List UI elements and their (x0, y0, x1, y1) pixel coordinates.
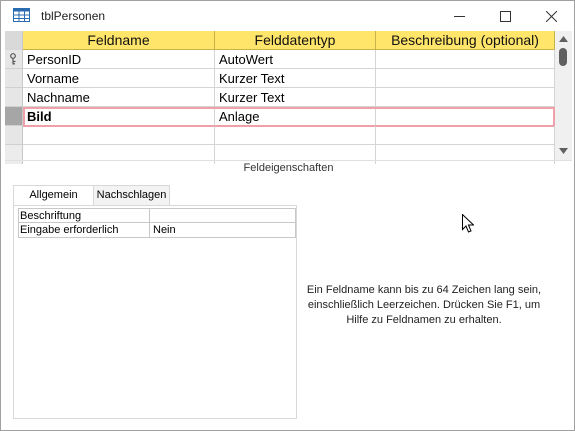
maximize-button[interactable] (482, 1, 528, 31)
field-name-cell[interactable]: Nachname (23, 88, 215, 107)
description-cell[interactable] (376, 50, 555, 69)
close-icon (545, 10, 557, 22)
row-selector[interactable] (5, 69, 23, 88)
tab-lookup[interactable]: Nachschlagen (94, 185, 170, 206)
window-title: tblPersonen (41, 9, 106, 23)
property-value-required[interactable]: Nein (151, 223, 296, 237)
close-button[interactable] (528, 1, 574, 31)
field-name-cell[interactable]: Bild (23, 107, 215, 126)
properties-panel: Beschriftung Eingabe erforderlich Nein (13, 205, 297, 419)
minimize-icon (453, 15, 465, 17)
table-row-empty (5, 126, 555, 145)
table-design-window: tblPersonen Feldname Felddatentyp Beschr… (0, 0, 575, 431)
table-row: PersonID AutoWert (5, 50, 555, 69)
data-type-cell[interactable]: Anlage (215, 107, 376, 126)
table-row: Vorname Kurzer Text (5, 69, 555, 88)
field-properties-title: Feldeigenschaften (243, 162, 334, 174)
help-text: Ein Feldname kann bis zu 64 Zeichen lang… (306, 284, 542, 326)
grid-scrollbar[interactable] (555, 31, 572, 160)
property-value-caption[interactable] (151, 209, 296, 223)
mouse-pointer-icon (462, 214, 474, 233)
field-design-grid: Feldname Felddatentyp Beschreibung (opti… (5, 31, 555, 164)
table-row-current: Bild Anlage (5, 107, 555, 126)
row-selector[interactable] (5, 126, 23, 145)
field-name-cell[interactable]: Vorname (23, 69, 215, 88)
row-selector[interactable] (5, 88, 23, 107)
property-row: Beschriftung (18, 208, 296, 223)
table-row: Nachname Kurzer Text (5, 88, 555, 107)
property-label-required: Eingabe erforderlich (19, 223, 150, 237)
description-cell[interactable] (376, 88, 555, 107)
property-label-caption: Beschriftung (19, 209, 150, 223)
scroll-up-icon[interactable] (559, 36, 568, 42)
field-name-cell[interactable] (23, 126, 215, 145)
table-icon (13, 8, 30, 22)
divider (5, 160, 572, 161)
grid-header: Feldname Felddatentyp Beschreibung (opti… (5, 31, 555, 50)
primary-key-icon (10, 53, 16, 65)
tab-general[interactable]: Allgemein (13, 185, 94, 206)
maximize-icon (499, 10, 511, 22)
data-type-cell[interactable]: Kurzer Text (215, 69, 376, 88)
data-type-cell[interactable]: AutoWert (215, 50, 376, 69)
property-row: Eingabe erforderlich Nein (18, 223, 296, 238)
title-bar[interactable]: tblPersonen (1, 1, 574, 31)
data-type-cell[interactable] (215, 126, 376, 145)
description-cell[interactable] (376, 126, 555, 145)
data-type-cell[interactable]: Kurzer Text (215, 88, 376, 107)
row-selector[interactable] (5, 50, 23, 69)
field-name-cell[interactable]: PersonID (23, 50, 215, 69)
description-cell[interactable] (376, 107, 555, 126)
column-header-data-type[interactable]: Felddatentyp (215, 31, 376, 50)
row-selector[interactable] (5, 107, 23, 126)
minimize-button[interactable] (436, 1, 482, 31)
description-cell[interactable] (376, 69, 555, 88)
scroll-thumb[interactable] (559, 48, 567, 66)
column-header-field-name[interactable]: Feldname (23, 31, 215, 50)
scroll-down-icon[interactable] (559, 148, 568, 154)
select-all-corner[interactable] (5, 31, 23, 50)
column-header-description[interactable]: Beschreibung (optional) (376, 31, 555, 50)
